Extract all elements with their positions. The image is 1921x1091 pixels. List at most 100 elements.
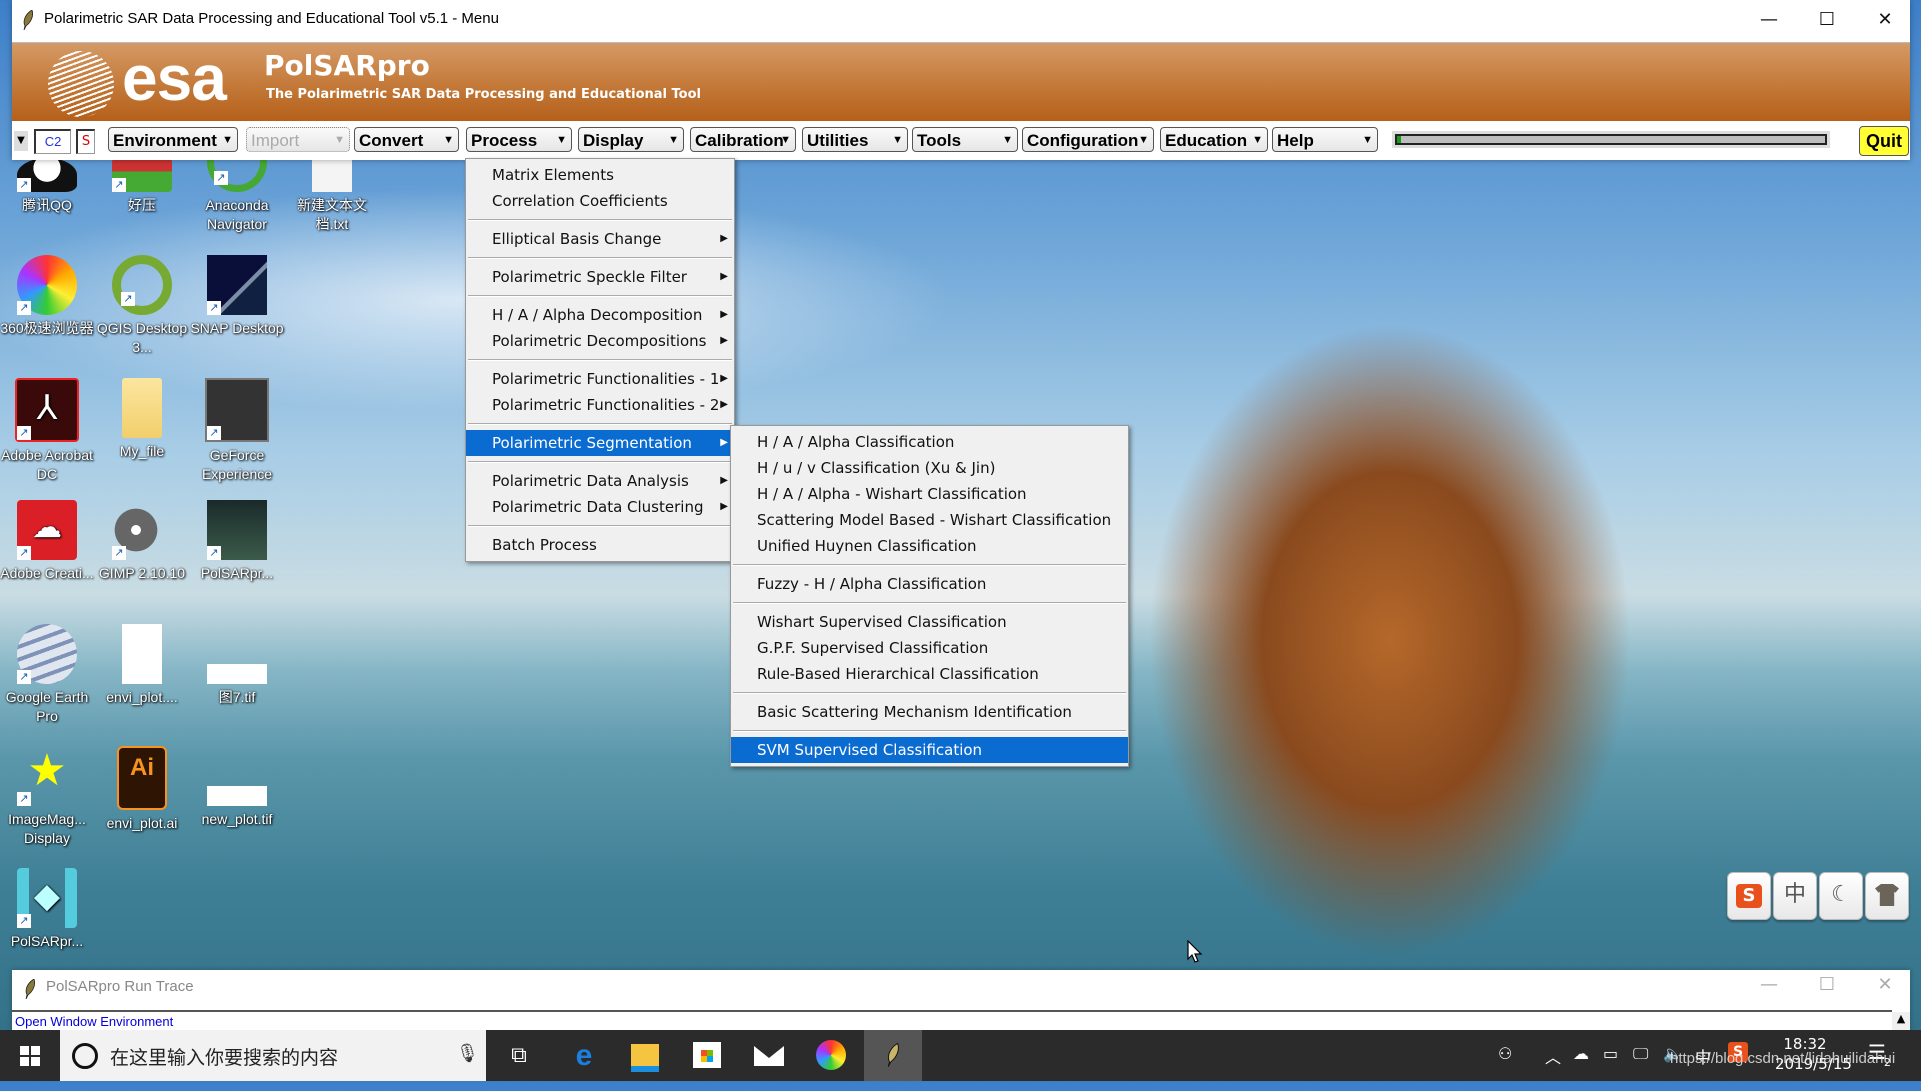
haozip-icon: ↗: [112, 158, 172, 192]
menu-display[interactable]: Display ▼: [578, 127, 684, 152]
menu-item[interactable]: Fuzzy - H / Alpha Classification: [731, 571, 1128, 597]
quit-button[interactable]: Quit: [1859, 126, 1909, 156]
desktop-icon-qq[interactable]: ↗ 腾讯QQ: [0, 158, 94, 215]
menu-help[interactable]: Help ▼: [1272, 127, 1378, 152]
minimize-button[interactable]: —: [1740, 0, 1798, 40]
menu-tools[interactable]: Tools ▼: [912, 127, 1018, 152]
submenu-arrow-icon: ▶: [720, 309, 728, 320]
menu-item[interactable]: H / A / Alpha Decomposition ▶: [466, 302, 734, 328]
desktop-icon-imagemagick[interactable]: ★ ↗ ImageMag... Display: [0, 746, 94, 848]
onedrive-icon[interactable]: ☁: [1573, 1044, 1589, 1063]
mail-icon[interactable]: [740, 1030, 798, 1081]
desktop-icon-polsarpro[interactable]: ↗ PolSARpr...: [190, 500, 284, 583]
menu-item[interactable]: Polarimetric Decompositions ▶: [466, 328, 734, 354]
menu-item[interactable]: Polarimetric Data Clustering ▶: [466, 494, 734, 520]
trace-close-button[interactable]: ✕: [1856, 965, 1914, 1005]
ime-moon-button[interactable]: ☾: [1819, 872, 1863, 920]
desktop-icon-geforce[interactable]: ↗ GeForce Experience: [190, 378, 284, 484]
desktop-icon-polsarpro-alt[interactable]: ◆ ↗ PolSARpr...: [0, 868, 94, 951]
menu-utilities[interactable]: Utilities ▼: [802, 127, 908, 152]
blank-file-icon: [122, 624, 162, 684]
menu-calibration[interactable]: Calibration ▼: [690, 127, 796, 152]
menu-item-label: Basic Scattering Mechanism Identificatio…: [757, 703, 1072, 721]
menu-item-label: H / A / Alpha Classification: [757, 433, 955, 451]
menu-item[interactable]: Polarimetric Functionalities - 1 ▶: [466, 366, 734, 392]
menu-item[interactable]: H / u / v Classification (Xu & Jin): [731, 455, 1128, 481]
menu-item-label: Scattering Model Based - Wishart Classif…: [757, 511, 1112, 529]
menu-item[interactable]: H / A / Alpha Classification: [731, 429, 1128, 455]
trace-maximize-button[interactable]: ☐: [1798, 965, 1856, 1005]
desktop-icon-creative-cloud[interactable]: ☁ ↗ Adobe Creati...: [0, 500, 94, 583]
menu-item[interactable]: Batch Process: [466, 532, 734, 558]
ime-skin-button[interactable]: [1865, 872, 1909, 920]
matrix-type-field[interactable]: C2: [34, 129, 71, 154]
menu-item[interactable]: Polarimetric Segmentation ▶: [466, 430, 734, 456]
close-button[interactable]: ✕: [1856, 0, 1914, 40]
menu-process[interactable]: Process ▼: [466, 127, 572, 152]
ime-sogou-button[interactable]: S: [1727, 872, 1771, 920]
menu-item[interactable]: H / A / Alpha - Wishart Classification: [731, 481, 1128, 507]
store-icon[interactable]: [678, 1030, 736, 1081]
menu-convert[interactable]: Convert ▼: [354, 127, 459, 152]
desktop-icon-new-text-doc[interactable]: 新建文本文档.txt: [285, 158, 379, 234]
menu-item[interactable]: SVM Supervised Classification: [731, 737, 1128, 763]
chevron-up-icon[interactable]: ︿: [1545, 1044, 1561, 1068]
desktop-icon-anaconda[interactable]: ↗ Anaconda Navigator: [190, 158, 284, 234]
mode-flag-field[interactable]: S: [76, 129, 95, 154]
browser-360-taskbar-icon[interactable]: [802, 1030, 860, 1081]
start-button[interactable]: [0, 1030, 58, 1081]
desktop-icon-snap[interactable]: ↗ SNAP Desktop: [190, 255, 284, 338]
menu-item[interactable]: Matrix Elements: [466, 162, 734, 188]
desktop-icon-gimp[interactable]: ↗ GIMP 2.10.10: [95, 500, 189, 583]
desktop-icon-qgis[interactable]: ↗ QGIS Desktop 3...: [95, 255, 189, 357]
menu-separator: [468, 359, 732, 361]
menu-item-label: Polarimetric Functionalities - 1: [492, 370, 720, 388]
menu-item[interactable]: Elliptical Basis Change ▶: [466, 226, 734, 252]
maximize-button[interactable]: ☐: [1798, 0, 1856, 40]
trace-minimize-button[interactable]: —: [1740, 965, 1798, 1005]
google-earth-icon: ↗: [17, 624, 77, 684]
menu-item[interactable]: Rule-Based Hierarchical Classification: [731, 661, 1128, 687]
menu-environment[interactable]: Environment ▼: [108, 127, 238, 152]
network-icon[interactable]: 🖵: [1633, 1044, 1648, 1064]
menu-item[interactable]: Correlation Coefficients: [466, 188, 734, 214]
menu-item[interactable]: Basic Scattering Mechanism Identificatio…: [731, 699, 1128, 725]
desktop-icon-my-file[interactable]: My_file: [95, 378, 189, 461]
menu-separator: [468, 219, 732, 221]
desktop-icon-360-browser[interactable]: ↗ 360极速浏览器: [0, 255, 94, 338]
menu-import[interactable]: Import ▼: [246, 127, 350, 152]
menu-item[interactable]: Scattering Model Based - Wishart Classif…: [731, 507, 1128, 533]
desktop-icon-google-earth[interactable]: ↗ Google Earth Pro: [0, 624, 94, 726]
desktop-icon-envi-plot[interactable]: envi_plot....: [95, 624, 189, 707]
desktop-icon-envi-plot-ai[interactable]: Ai envi_plot.ai: [95, 746, 189, 833]
folder-icon: [122, 378, 162, 438]
scroll-up-button[interactable]: ▲: [1892, 1012, 1910, 1032]
chevron-down-icon: ▼: [892, 134, 903, 146]
desktop-icon-haozip[interactable]: ↗ 好压: [95, 158, 189, 215]
microphone-icon[interactable]: 🎙: [456, 1043, 479, 1064]
title-bar[interactable]: Polarimetric SAR Data Processing and Edu…: [12, 0, 1910, 40]
task-view-icon[interactable]: ⧉: [490, 1030, 548, 1081]
menu-education[interactable]: Education ▼: [1160, 127, 1268, 152]
menu-item[interactable]: Wishart Supervised Classification: [731, 609, 1128, 635]
mouse-cursor-icon: [1187, 940, 1203, 963]
taskbar-search-box[interactable]: 在这里输入你要搜索的内容 🎙: [60, 1030, 486, 1081]
people-icon[interactable]: ⚇: [1498, 1044, 1512, 1063]
polsarpro-taskbar-icon[interactable]: [864, 1030, 922, 1081]
menu-item[interactable]: G.P.F. Supervised Classification: [731, 635, 1128, 661]
menu-item[interactable]: Polarimetric Functionalities - 2 ▶: [466, 392, 734, 418]
matrix-dropdown-arrow-icon[interactable]: ▼: [14, 131, 28, 151]
ime-chinese-mode-button[interactable]: 中: [1773, 872, 1817, 920]
battery-icon[interactable]: ▭: [1603, 1044, 1618, 1063]
menu-item[interactable]: Unified Huynen Classification: [731, 533, 1128, 559]
desktop-icon-fig7-tif[interactable]: 图7.tif: [190, 624, 284, 707]
desktop-icon-acrobat[interactable]: ⅄ ↗ Adobe Acrobat DC: [0, 378, 94, 484]
file-explorer-icon[interactable]: [616, 1030, 674, 1081]
desktop-icon-new-plot-tif[interactable]: new_plot.tif: [190, 746, 284, 829]
edge-icon[interactable]: e: [555, 1030, 613, 1081]
menu-item-label: Polarimetric Data Clustering: [492, 498, 704, 516]
menu-item[interactable]: Polarimetric Data Analysis ▶: [466, 468, 734, 494]
menu-configuration[interactable]: Configuration ▼: [1022, 127, 1154, 152]
menu-item-label: Polarimetric Decompositions: [492, 332, 707, 350]
menu-item[interactable]: Polarimetric Speckle Filter ▶: [466, 264, 734, 290]
